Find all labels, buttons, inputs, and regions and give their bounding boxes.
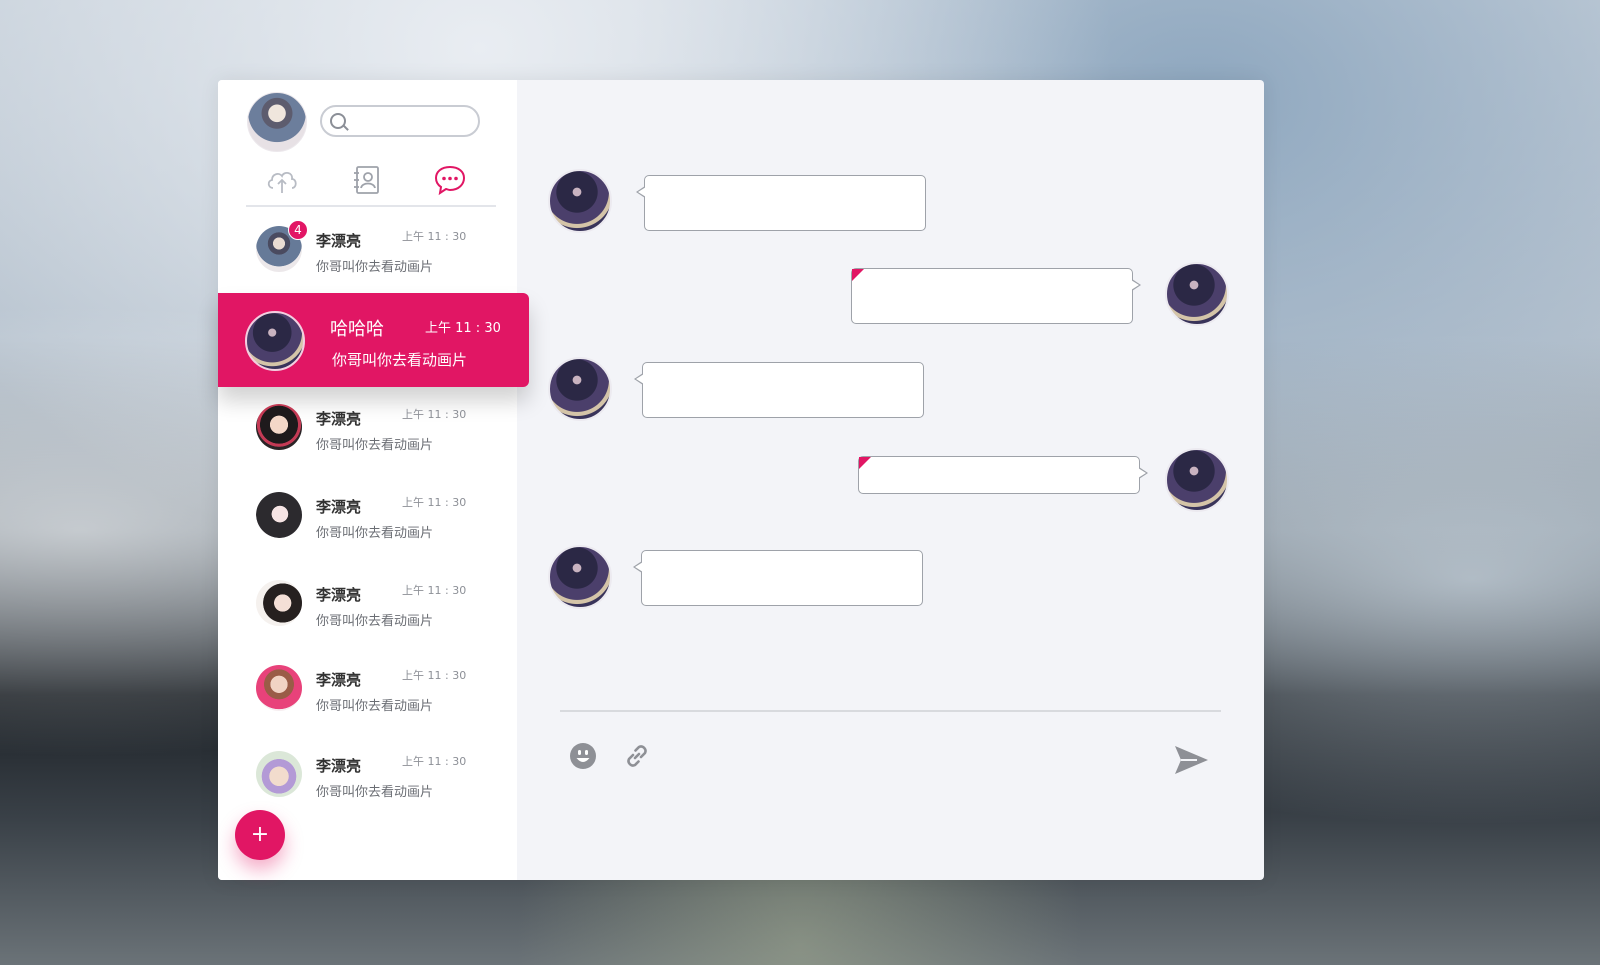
search-icon bbox=[330, 113, 346, 129]
conversation-item-active[interactable]: 哈哈哈 上午 11 : 30 你哥叫你去看动画片 bbox=[218, 293, 529, 387]
avatar bbox=[256, 751, 302, 797]
contact-name: 李漂亮 bbox=[316, 757, 362, 775]
contact-name: 哈哈哈 bbox=[330, 319, 384, 340]
message-time: 上午 11 : 30 bbox=[402, 230, 467, 243]
message-bubble-incoming bbox=[636, 175, 926, 231]
message-bubble-incoming bbox=[634, 362, 924, 418]
cloud-upload-icon bbox=[267, 172, 297, 193]
message-preview: 你哥叫你去看动画片 bbox=[316, 526, 434, 541]
message-preview: 你哥叫你去看动画片 bbox=[316, 438, 434, 453]
avatar bbox=[245, 311, 305, 371]
message-accent-corner bbox=[852, 269, 864, 281]
message-time: 上午 11 : 30 bbox=[402, 496, 467, 509]
my-avatar[interactable] bbox=[247, 92, 307, 152]
conversation-item[interactable]: 4 李漂亮 上午 11 : 30 你哥叫你去看动画片 bbox=[218, 210, 517, 298]
emoji-button[interactable] bbox=[567, 740, 599, 772]
contact-name: 李漂亮 bbox=[316, 232, 362, 250]
attach-link-button[interactable] bbox=[621, 740, 653, 772]
message-bubble-outgoing bbox=[858, 456, 1148, 494]
contact-name: 李漂亮 bbox=[316, 410, 362, 428]
new-chat-button[interactable]: + bbox=[235, 810, 285, 860]
chat-window: 4 李漂亮 上午 11 : 30 你哥叫你去看动画片 哈哈哈 上午 11 : 3… bbox=[218, 80, 1264, 880]
contacts-icon bbox=[354, 166, 379, 194]
search-box[interactable] bbox=[320, 105, 480, 137]
message-time: 上午 11 : 30 bbox=[402, 669, 467, 682]
message-time: 上午 11 : 30 bbox=[402, 755, 467, 768]
send-icon bbox=[1175, 746, 1208, 774]
link-icon bbox=[627, 745, 647, 767]
avatar bbox=[548, 357, 612, 421]
send-button[interactable] bbox=[1171, 740, 1211, 780]
emoji-icon bbox=[570, 743, 596, 769]
message-time: 上午 11 : 30 bbox=[425, 321, 501, 336]
chat-bubble-icon bbox=[434, 165, 466, 196]
avatar bbox=[548, 545, 612, 609]
contact-name: 李漂亮 bbox=[316, 498, 362, 516]
contact-name: 李漂亮 bbox=[316, 671, 362, 689]
conversation-item[interactable]: 李漂亮 上午 11 : 30 你哥叫你去看动画片 bbox=[218, 649, 517, 737]
conversation-item[interactable]: 李漂亮 上午 11 : 30 你哥叫你去看动画片 bbox=[218, 564, 517, 652]
chat-panel bbox=[517, 80, 1264, 880]
message-preview: 你哥叫你去看动画片 bbox=[316, 785, 434, 800]
unread-badge: 4 bbox=[288, 220, 308, 240]
message-bubble-incoming bbox=[633, 550, 923, 606]
search-input[interactable] bbox=[352, 111, 472, 131]
composer-divider bbox=[560, 710, 1221, 712]
message-preview: 你哥叫你去看动画片 bbox=[316, 614, 434, 629]
avatar bbox=[548, 169, 612, 233]
sidebar-tabs bbox=[246, 162, 496, 207]
avatar bbox=[1165, 262, 1229, 326]
tab-cloud[interactable] bbox=[264, 162, 304, 198]
sidebar: 4 李漂亮 上午 11 : 30 你哥叫你去看动画片 哈哈哈 上午 11 : 3… bbox=[218, 80, 529, 880]
message-preview: 你哥叫你去看动画片 bbox=[332, 351, 468, 369]
avatar bbox=[256, 492, 302, 538]
tab-chat[interactable] bbox=[432, 162, 472, 198]
message-preview: 你哥叫你去看动画片 bbox=[316, 260, 434, 275]
conversation-item[interactable]: 李漂亮 上午 11 : 30 你哥叫你去看动画片 bbox=[218, 476, 517, 564]
contact-name: 李漂亮 bbox=[316, 586, 362, 604]
avatar bbox=[256, 404, 302, 450]
conversation-item[interactable]: 李漂亮 上午 11 : 30 你哥叫你去看动画片 bbox=[218, 388, 517, 476]
message-preview: 你哥叫你去看动画片 bbox=[316, 699, 434, 714]
message-bubble-outgoing bbox=[851, 268, 1141, 324]
avatar bbox=[256, 580, 302, 626]
message-time: 上午 11 : 30 bbox=[402, 408, 467, 421]
message-time: 上午 11 : 30 bbox=[402, 584, 467, 597]
avatar bbox=[256, 665, 302, 711]
tab-contacts[interactable] bbox=[348, 162, 388, 198]
message-accent-corner bbox=[859, 457, 871, 469]
avatar bbox=[1165, 448, 1229, 512]
